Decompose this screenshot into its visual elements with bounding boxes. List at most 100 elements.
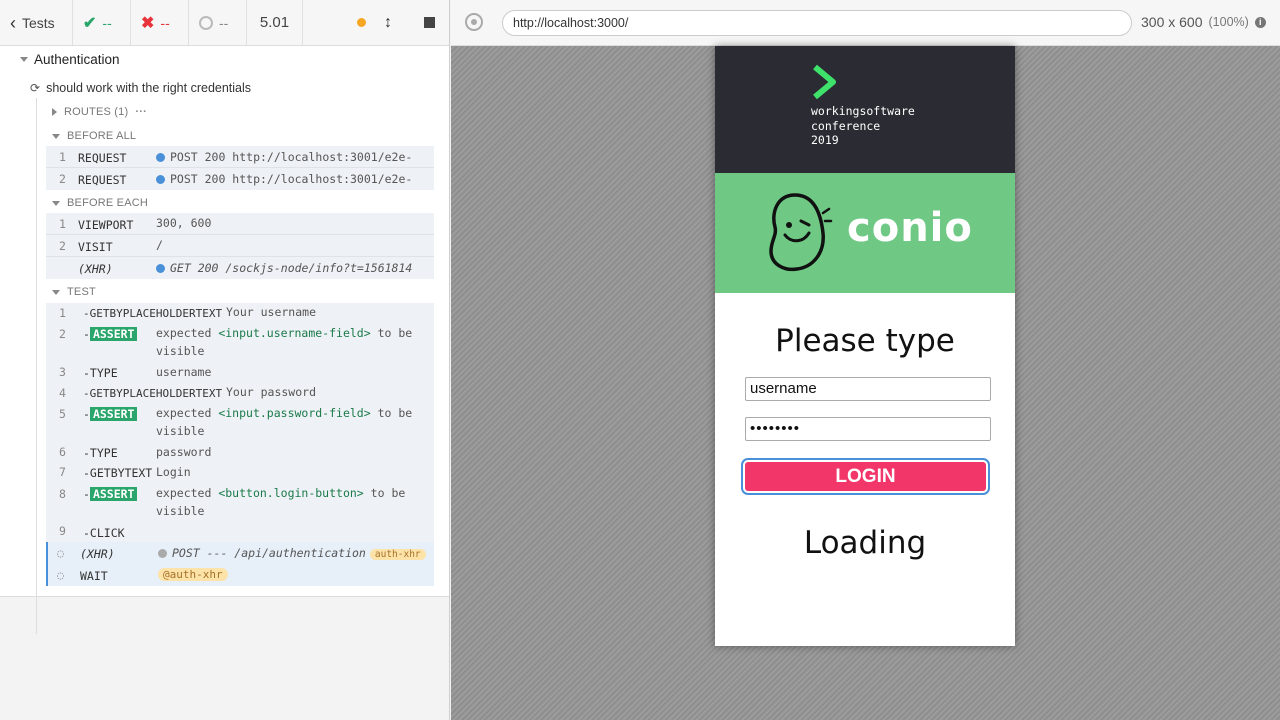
command-number: 4	[59, 386, 66, 400]
conference-text: workingsoftware conference 2019	[811, 104, 915, 148]
alias-tag: @auth-xhr	[158, 568, 228, 581]
reporter-toolbar: ‹ Tests ✔ -- ✖ -- -- 5.01 ↕	[0, 0, 449, 46]
bean-mascot-icon	[769, 193, 833, 272]
xhr-row[interactable]: (XHR) GET 200 /sockjs-node/info?t=156181…	[46, 257, 434, 279]
before-all-hook[interactable]: BEFORE ALL	[52, 130, 136, 142]
command-number: 2	[59, 239, 66, 253]
pending-count: --	[219, 14, 229, 31]
command-row[interactable]: 7 -GETBYTEXT Login	[46, 463, 434, 483]
suite-title[interactable]: Authentication	[20, 52, 120, 67]
request-dot-icon	[156, 264, 165, 273]
command-row[interactable]: 1 -GETBYPLACEHOLDERTEXT Your username	[46, 303, 434, 323]
command-name: (XHR)	[78, 262, 113, 276]
command-message: Your password	[226, 385, 317, 399]
command-name: -TYPE	[83, 366, 118, 380]
conference-header: workingsoftware conference 2019	[715, 46, 1015, 173]
caret-down-icon	[52, 133, 60, 139]
pending-xhr-row[interactable]: ◌ (XHR) POST --- /api/authentication auth…	[46, 542, 434, 564]
request-dot-icon	[156, 175, 165, 184]
alias-tag: auth-xhr	[369, 549, 426, 560]
pending-dot-icon	[158, 549, 167, 558]
spinner-icon: ◌	[57, 546, 64, 560]
assert-badge: - ASSERT	[83, 407, 138, 421]
caret-right-icon	[52, 108, 57, 116]
command-message: POST --- /api/authentication auth-xhr	[158, 546, 430, 560]
viewport-info[interactable]: 300 x 600 (100%) i	[1141, 14, 1266, 30]
pending-stat: --	[189, 0, 247, 45]
running-indicator-icon	[357, 18, 366, 27]
command-row[interactable]: 3 -TYPE username	[46, 363, 434, 383]
selector-playground-icon[interactable]	[465, 13, 483, 31]
command-number: 9	[59, 524, 66, 538]
pending-wait-row[interactable]: ◌ WAIT @auth-xhr	[46, 564, 434, 586]
app-viewport: workingsoftware conference 2019 conio Pl…	[715, 46, 1015, 646]
command-row[interactable]: 1 REQUEST POST 200 http://localhost:3001…	[46, 146, 434, 168]
test-title[interactable]: ⟳ should work with the right credentials	[30, 81, 251, 95]
passed-count: --	[102, 14, 112, 31]
brand-banner: conio	[715, 173, 1015, 293]
login-form: Please type username •••••••• LOGIN Load…	[715, 293, 1015, 646]
command-row[interactable]: 6 -TYPE password	[46, 443, 434, 463]
command-log: Authentication ⟳ should work with the ri…	[0, 46, 449, 634]
auto-scroll-icon[interactable]: ↕	[384, 14, 392, 32]
caret-down-icon	[52, 289, 60, 295]
username-field[interactable]: username	[745, 377, 991, 401]
login-button[interactable]: LOGIN	[741, 458, 990, 495]
viewport-size: 300 x 600	[1141, 14, 1203, 30]
command-message: Your username	[226, 305, 317, 319]
tests-back-button[interactable]: ‹ Tests	[0, 0, 73, 45]
assert-row[interactable]: 8 - ASSERT expected <button.login-button>…	[46, 483, 434, 523]
assert-row[interactable]: 5 - ASSERT expected <input.password-field…	[46, 403, 434, 443]
command-number: 7	[59, 465, 66, 479]
url-bar: http://localhost:3000/ 300 x 600 (100%) …	[451, 0, 1280, 46]
before-each-hook[interactable]: BEFORE EACH	[52, 197, 148, 209]
command-row[interactable]: 1 VIEWPORT 300, 600	[46, 213, 434, 235]
before-each-label: BEFORE EACH	[67, 197, 149, 209]
assert-badge: - ASSERT	[83, 327, 138, 341]
command-name: REQUEST	[78, 151, 127, 165]
command-message: password	[156, 445, 212, 459]
command-message: Login	[156, 465, 191, 479]
reporter-panel: ‹ Tests ✔ -- ✖ -- -- 5.01 ↕ Authenticati…	[0, 0, 450, 720]
prompt-logo-icon	[813, 64, 836, 100]
command-number: 6	[59, 445, 66, 459]
command-name: -GETBYPLACEHOLDERTEXT	[83, 307, 223, 320]
command-message: expected <input.username-field> to be	[156, 326, 413, 340]
stop-icon[interactable]	[424, 17, 435, 28]
passed-stat: ✔ --	[73, 0, 131, 45]
tests-label: Tests	[22, 14, 55, 31]
command-number: 5	[59, 407, 66, 421]
command-message: expected <button.login-button> to be	[156, 486, 406, 500]
more-icon: ···	[135, 106, 147, 118]
command-row[interactable]: 2 VISIT /	[46, 235, 434, 257]
brand-name: conio	[847, 205, 973, 251]
command-message: expected <input.password-field> to be	[156, 406, 413, 420]
url-display[interactable]: http://localhost:3000/	[502, 10, 1132, 36]
command-name: VISIT	[78, 240, 113, 254]
test-hook[interactable]: TEST	[52, 286, 96, 298]
password-field[interactable]: ••••••••	[745, 417, 991, 441]
command-message: POST 200 http://localhost:3001/e2e-	[156, 150, 430, 164]
command-row[interactable]: 2 REQUEST POST 200 http://localhost:3001…	[46, 168, 434, 190]
page-title: Please type	[775, 323, 955, 359]
command-row[interactable]: 9 -CLICK	[46, 522, 434, 542]
command-message: @auth-xhr	[158, 567, 430, 581]
test-label: should work with the right credentials	[46, 81, 252, 95]
failed-count: --	[160, 14, 170, 31]
routes-hook[interactable]: ROUTES (1) ···	[52, 106, 147, 118]
assert-badge: - ASSERT	[83, 487, 138, 501]
caret-down-icon	[52, 200, 60, 206]
viewport-scale: (100%)	[1208, 15, 1249, 29]
suite-label: Authentication	[34, 52, 120, 67]
command-number: 1	[59, 150, 66, 164]
command-message-cont: visible	[156, 344, 205, 358]
command-message-cont: visible	[156, 504, 205, 518]
command-row[interactable]: 4 -GETBYPLACEHOLDERTEXT Your password	[46, 383, 434, 403]
loading-text: Loading	[803, 525, 927, 561]
command-message: GET 200 /sockjs-node/info?t=1561814	[156, 261, 430, 275]
failed-stat: ✖ --	[131, 0, 189, 45]
command-name: -GETBYPLACEHOLDERTEXT	[83, 387, 223, 400]
assert-row[interactable]: 2 - ASSERT expected <input.username-field…	[46, 323, 434, 363]
command-number: 1	[59, 217, 66, 231]
command-number: 2	[59, 172, 66, 186]
